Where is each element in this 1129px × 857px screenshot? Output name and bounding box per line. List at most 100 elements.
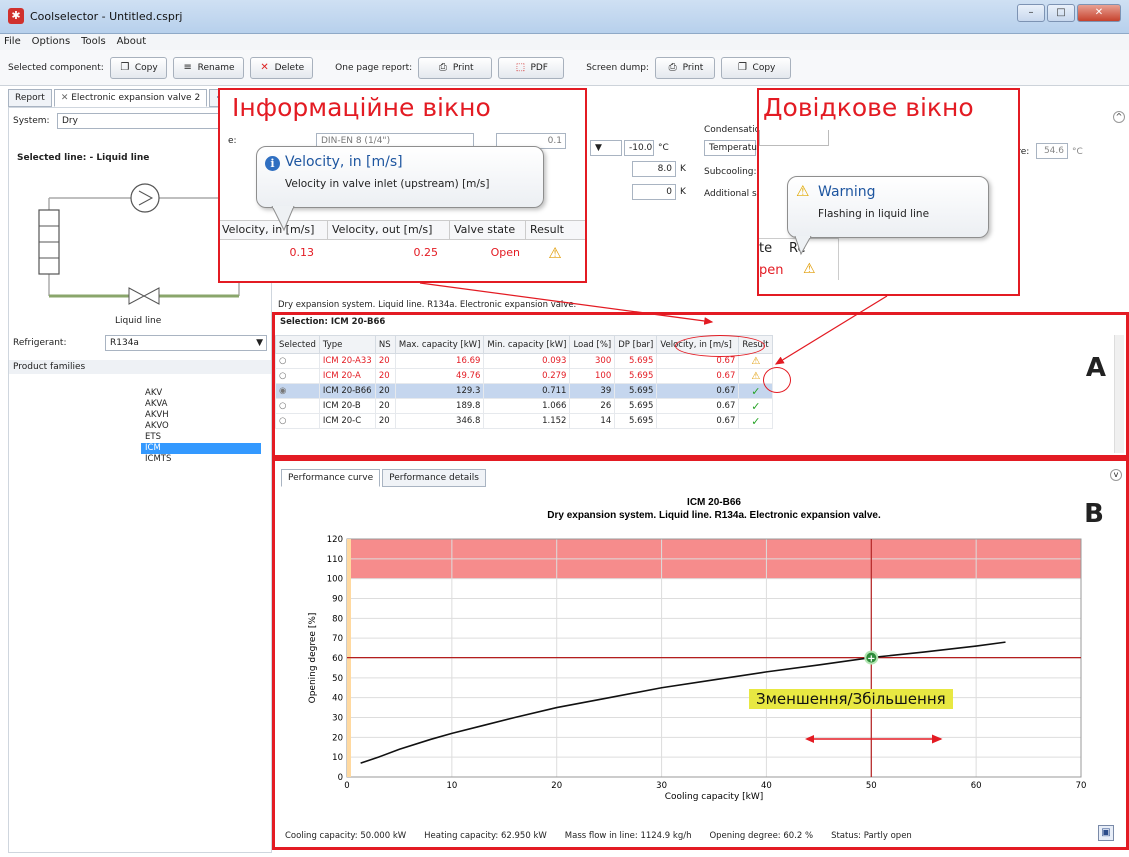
performance-chart[interactable]: ICM 20-B66 Dry expansion system. Liquid l… bbox=[275, 487, 1126, 827]
cell-dp: 5.695 bbox=[614, 413, 658, 429]
expand-icon[interactable]: v bbox=[1110, 469, 1122, 481]
checkmark-icon: ✓ bbox=[751, 399, 761, 413]
radio-icon[interactable]: ○ bbox=[279, 371, 286, 381]
cell-velocity: 0.67 bbox=[656, 398, 740, 414]
compressor-icon bbox=[130, 183, 160, 213]
cell-min-capacity: 0.711 bbox=[483, 383, 571, 399]
col-max-capacity[interactable]: Max. capacity [kW] bbox=[394, 335, 485, 354]
info-velocity-in-value: 0.13 bbox=[289, 246, 315, 259]
cell-velocity: 0.67 bbox=[656, 368, 740, 384]
col-ns[interactable]: NS bbox=[374, 335, 396, 354]
y-tick-label: 80 bbox=[332, 614, 343, 624]
one-page-report-label: One page report: bbox=[335, 62, 413, 73]
radio-checked-icon[interactable]: ◉ bbox=[279, 386, 286, 396]
app-logo-icon: ✱ bbox=[8, 8, 24, 24]
pdf-button[interactable]: ⬚ PDF bbox=[498, 56, 565, 79]
rename-button[interactable]: ≡ Rename bbox=[172, 56, 244, 79]
radio-icon[interactable]: ○ bbox=[279, 416, 286, 426]
col-dp[interactable]: DP [bar] bbox=[614, 335, 658, 354]
report-print-button[interactable]: ⎙ Print bbox=[418, 56, 493, 79]
tab-performance-curve[interactable]: Performance curve bbox=[281, 469, 381, 487]
screen-copy-button[interactable]: ❐ Copy bbox=[720, 56, 791, 79]
family-item-selected[interactable]: ICM bbox=[141, 443, 261, 454]
tab-electronic-expansion-valve[interactable]: ✕ Electronic expansion valve 2 bbox=[53, 89, 208, 107]
row-radio[interactable]: ○ bbox=[275, 398, 320, 414]
tab-performance-details[interactable]: Performance details bbox=[382, 469, 486, 487]
table-row[interactable]: ◉ ICM 20-B66 20 129.3 0.711 39 5.695 0.67 ✓ bbox=[275, 383, 774, 399]
cell-load: 39 bbox=[569, 383, 616, 399]
tab-close-icon[interactable]: ✕ bbox=[61, 93, 71, 103]
radio-icon[interactable]: ○ bbox=[279, 356, 286, 366]
superheat-field[interactable]: 8.0 bbox=[632, 161, 676, 177]
info-velocity-out-value: 0.25 bbox=[413, 246, 439, 259]
refrigerant-select[interactable]: R134a ▼ bbox=[105, 335, 267, 351]
family-item[interactable]: AKVH bbox=[141, 410, 261, 421]
warning-icon: ⚠ bbox=[803, 261, 816, 277]
row-radio[interactable]: ◉ bbox=[275, 383, 320, 399]
row-radio[interactable]: ○ bbox=[275, 413, 320, 429]
col-min-capacity[interactable]: Min. capacity [kW] bbox=[483, 335, 571, 354]
family-item[interactable]: ETS bbox=[141, 432, 261, 443]
extra-field[interactable]: 0 bbox=[632, 184, 676, 200]
cell-ns: 20 bbox=[374, 368, 396, 384]
cell-result: ✓ bbox=[738, 398, 774, 414]
chart-subtitle: Dry expansion system. Liquid line. R134a… bbox=[547, 510, 881, 521]
cell-ns: 20 bbox=[374, 383, 396, 399]
menu-about[interactable]: About bbox=[113, 34, 151, 49]
copy-icon: ❐ bbox=[738, 61, 748, 73]
save-icon[interactable]: ▣ bbox=[1098, 825, 1114, 841]
maximize-button[interactable]: □ bbox=[1047, 4, 1075, 22]
family-item[interactable]: AKV bbox=[141, 388, 261, 399]
tab-component-label: Electronic expansion valve 2 bbox=[71, 93, 201, 103]
col-selected[interactable]: Selected bbox=[275, 335, 320, 354]
screen-print-label: Print bbox=[682, 62, 704, 73]
row-radio[interactable]: ○ bbox=[275, 368, 320, 384]
y-tick-label: 120 bbox=[327, 535, 343, 545]
copy-icon: ❐ bbox=[120, 61, 130, 73]
diagram-caption: Liquid line bbox=[115, 316, 162, 326]
refrigerant-value: R134a bbox=[110, 338, 139, 348]
menu-tools[interactable]: Tools bbox=[77, 34, 110, 49]
cell-type: ICM 20-A33 bbox=[318, 353, 376, 369]
y-tick-label: 110 bbox=[327, 555, 343, 565]
family-item[interactable]: AKVO bbox=[141, 421, 261, 432]
copy-button[interactable]: ❐ Copy bbox=[109, 56, 167, 79]
evap-temp-field[interactable]: -10.0 bbox=[624, 140, 654, 156]
cell-ns: 20 bbox=[374, 413, 396, 429]
chart-title: ICM 20-B66 bbox=[687, 497, 741, 508]
minimize-button[interactable]: – bbox=[1017, 4, 1045, 22]
table-row[interactable]: ○ ICM 20-B 20 189.8 1.066 26 5.695 0.67 ✓ bbox=[275, 398, 774, 414]
close-button[interactable]: ✕ bbox=[1077, 4, 1121, 22]
cell-type: ICM 20-B66 bbox=[318, 383, 376, 399]
delete-button[interactable]: ✕ Delete bbox=[249, 56, 314, 79]
row-radio[interactable]: ○ bbox=[275, 353, 320, 369]
family-item[interactable]: AKVA bbox=[141, 399, 261, 410]
ture-field[interactable]: 54.6 bbox=[1036, 143, 1068, 159]
warning-icon: ⚠ bbox=[751, 355, 761, 367]
family-item[interactable]: ICMTS bbox=[141, 454, 261, 465]
col-load[interactable]: Load [%] bbox=[569, 335, 616, 354]
y-tick-label: 0 bbox=[338, 773, 343, 783]
collapse-icon[interactable]: ^ bbox=[1113, 111, 1125, 123]
menu-options[interactable]: Options bbox=[28, 34, 75, 49]
help-cell-fragment: pen bbox=[759, 263, 784, 278]
condensation-mode-select[interactable]: Temperature bbox=[704, 140, 766, 156]
info-window-heading: Інформаційне вікно bbox=[232, 93, 491, 122]
cell-result: ✓ bbox=[738, 413, 774, 429]
table-row[interactable]: ○ ICM 20-C 20 346.8 1.152 14 5.695 0.67 ✓ bbox=[275, 413, 774, 429]
x-tick-label: 0 bbox=[344, 781, 349, 791]
menu-file[interactable]: File bbox=[0, 34, 25, 49]
copy-label: Copy bbox=[134, 62, 158, 73]
y-tick-label: 100 bbox=[327, 575, 343, 585]
report-print-label: Print bbox=[452, 62, 474, 73]
toolbar: Selected component: ❐ Copy ≡ Rename ✕ Delet… bbox=[0, 50, 1129, 86]
col-type[interactable]: Type bbox=[318, 335, 376, 354]
evaporation-mode-select[interactable]: ▼ bbox=[590, 140, 622, 156]
screen-print-button[interactable]: ⎙ Print bbox=[654, 56, 715, 79]
connection-label-tail: e: bbox=[228, 136, 237, 146]
tab-report[interactable]: Report bbox=[8, 89, 52, 107]
radio-icon[interactable]: ○ bbox=[279, 401, 286, 411]
table-row[interactable]: ○ ICM 20-A 20 49.76 0.279 100 5.695 0.67 ⚠ bbox=[275, 368, 774, 384]
y-axis-label: Opening degree [%] bbox=[308, 613, 318, 704]
table-scrollbar[interactable] bbox=[1114, 335, 1124, 453]
